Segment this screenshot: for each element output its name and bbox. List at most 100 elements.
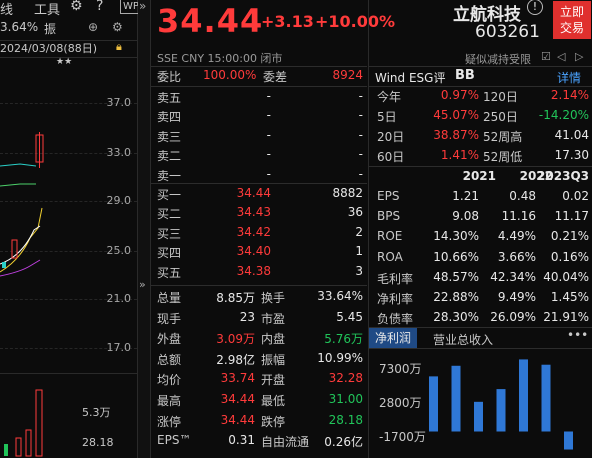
weibi-value: 100.00% — [203, 68, 257, 82]
fin-value: 0.21% — [550, 229, 589, 244]
esg-rating: BB — [455, 68, 475, 83]
settings-icon[interactable]: ⚙ — [112, 20, 123, 34]
fin-label: 毛利率 — [377, 271, 414, 286]
period-label: 20日 — [377, 130, 405, 144]
tab-net-profit[interactable]: 净利润 — [369, 328, 418, 348]
fin-value: 0.02 — [562, 189, 589, 203]
orderbook-row: 买三 34.42 2 — [151, 223, 367, 242]
orderbook-price: - — [266, 147, 271, 162]
arrow-icon[interactable]: ◁ — [557, 50, 565, 63]
quote-panel: 34.44 +3.13 +10.00% SSE CNY 15:00:00 闭市 … — [151, 0, 395, 458]
orderbook-row: 卖四 - - — [151, 106, 367, 125]
orderbook-label: 卖五 — [157, 91, 182, 105]
expand-icon[interactable]: ⊕ — [88, 20, 98, 34]
chart-bar — [429, 376, 438, 432]
fin-value: 11.16 — [501, 209, 536, 224]
period-value: 41.04 — [554, 128, 589, 142]
axis-label: 2800万 — [379, 396, 422, 410]
toolbar-item-tools[interactable]: 工具 — [34, 0, 60, 18]
more-icon[interactable]: ••• — [567, 328, 588, 342]
fin-value: 21.91% — [543, 310, 589, 325]
stat-label: 均价 — [157, 373, 182, 388]
orderbook-price: - — [266, 108, 271, 123]
fin-value: 11.17 — [554, 209, 589, 224]
stat-value: 34.44 — [220, 412, 255, 427]
fin-header: 2023Q3 — [537, 169, 589, 183]
help-icon[interactable]: ? — [96, 0, 103, 14]
orderbook-row: 卖一 - - — [151, 165, 367, 184]
period-row: 60日 1.41% 52周低 17.30 — [369, 145, 592, 165]
axis-label: 7300万 — [379, 362, 422, 376]
stat-value: 33.64% — [317, 289, 363, 303]
weicha-label: 委差 — [263, 70, 288, 84]
fin-row: 毛利率 48.57% 42.34% 40.04% — [369, 267, 592, 287]
orderbook-label: 卖三 — [157, 129, 182, 144]
collapse-icon[interactable]: » — [139, 0, 146, 13]
arrow-right-icon[interactable]: ▷ — [575, 50, 583, 63]
period-label: 52周高 — [483, 130, 523, 144]
expand-left-icon[interactable]: » — [139, 278, 146, 291]
weibi-label: 委比 — [157, 70, 182, 84]
info-icon[interactable]: ! — [527, 0, 543, 15]
price: 34.44 — [157, 2, 264, 40]
fin-row: EPS 1.21 0.48 0.02 — [369, 186, 592, 206]
net-profit-chart — [429, 359, 573, 450]
gear-icon[interactable]: ⚙ — [70, 0, 83, 14]
axis-label: -1700万 — [379, 430, 426, 444]
orderbook-volume: 3 — [355, 263, 363, 278]
volume-label-2: 28.18 — [82, 436, 114, 449]
volume-label: 5.3万 — [82, 406, 111, 419]
period-value: 45.07% — [433, 108, 479, 122]
stock-code: 603261 — [475, 22, 540, 42]
stat-row: 外盘 3.09万 内盘 5.76万 — [151, 328, 367, 347]
orderbook-price: 34.42 — [236, 224, 271, 239]
period-value: 1.41% — [440, 148, 479, 162]
fin-value: 26.09% — [490, 310, 536, 325]
orderbook-label: 买五 — [157, 265, 182, 280]
orderbook-price: - — [266, 127, 271, 142]
fin-label: 负债率 — [377, 312, 414, 327]
orderbook-row: 买一 34.44 8882 — [151, 184, 367, 203]
orderbook-volume: - — [358, 89, 363, 103]
period-value: 17.30 — [554, 148, 589, 162]
stat-label: 跌停 — [261, 414, 286, 429]
tab-revenue[interactable]: 营业总收入 — [433, 331, 493, 348]
weibi-row: 委比 100.00% 委差 8924 — [151, 66, 367, 85]
fin-value: 9.49% — [497, 290, 536, 304]
orderbook-label: 买二 — [157, 207, 182, 222]
stat-value: 23 — [239, 309, 255, 324]
toolbar-item-line[interactable]: 线 — [0, 0, 13, 18]
stat-label: 内盘 — [261, 332, 286, 347]
detail-link[interactable]: 详情 — [557, 69, 581, 86]
fin-value: 0.16% — [550, 249, 589, 264]
stat-value: 3.09万 — [216, 332, 255, 347]
lock-icon[interactable]: 🔒︎ — [116, 40, 122, 54]
stat-label: 最高 — [157, 394, 182, 408]
fundamentals-panel: 立航科技 ! 603261 立即 交易 疑似减持受限 ☑ ◁ ▷ Wind ES… — [368, 0, 592, 458]
orderbook-volume: - — [358, 127, 363, 142]
stat-label: 总量 — [157, 291, 182, 305]
fin-value: 3.66% — [497, 249, 536, 264]
period-row: 5日 45.07% 250日 -14.20% — [369, 105, 592, 125]
left-toolbar: 线 工具 ⚙ ? WP 3.64% 振 ⊕ ⚙ — [0, 0, 142, 41]
period-label: 250日 — [483, 110, 518, 124]
orderbook-volume: 8882 — [332, 186, 363, 200]
panel-splitter[interactable]: » » — [138, 0, 151, 458]
orderbook-volume: 36 — [347, 205, 363, 220]
fin-header-row: 2021 2022 2023Q3 — [369, 166, 592, 186]
stat-value: 28.18 — [328, 412, 363, 427]
zhen-label: 振 — [44, 22, 57, 36]
period-label: 52周低 — [483, 150, 523, 164]
kline-svg — [0, 132, 44, 277]
volume-bars — [4, 389, 43, 457]
stat-row: 最高 34.44 最低 31.00 — [151, 390, 367, 409]
stat-value: 34.44 — [220, 392, 255, 406]
fin-value: 14.30% — [433, 229, 479, 244]
kline-pane[interactable]: 线 工具 ⚙ ? WP 3.64% 振 ⊕ ⚙ 2024/03/08(88日) … — [0, 0, 142, 458]
period-row: 20日 38.87% 52周高 41.04 — [369, 125, 592, 145]
fin-value: 4.49% — [497, 229, 536, 244]
stat-label: 总额 — [157, 352, 182, 367]
fin-label: ROE — [377, 229, 403, 244]
trade-button[interactable]: 立即 交易 — [553, 1, 591, 39]
orderbook-label: 卖二 — [157, 149, 182, 164]
